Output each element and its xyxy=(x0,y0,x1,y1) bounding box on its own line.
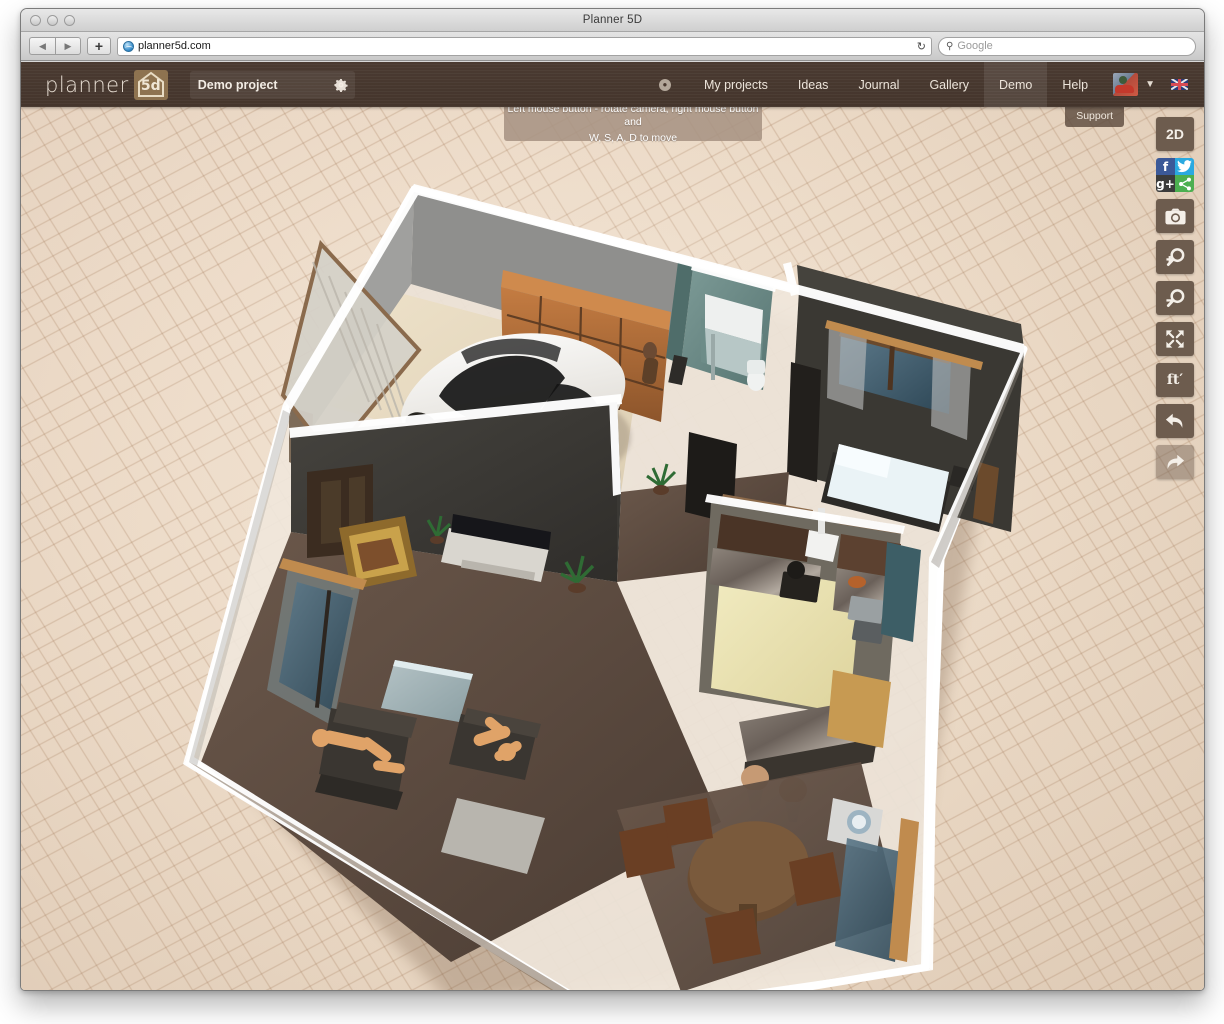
google-plus-icon[interactable]: g+ xyxy=(1156,175,1175,192)
app-header: planner 5d Demo project ● My projects xyxy=(21,62,1204,107)
main-navigation: ● My projects Ideas Journal Gallery Demo… xyxy=(655,62,1204,107)
gear-icon[interactable] xyxy=(334,78,348,92)
site-globe-icon xyxy=(123,41,134,52)
camera-icon xyxy=(1165,208,1186,225)
twitter-icon[interactable] xyxy=(1175,158,1194,175)
facebook-icon[interactable]: f xyxy=(1156,158,1175,175)
view-2d-button[interactable]: 2D xyxy=(1156,117,1194,151)
viewport-toolbar: 2D f g+ xyxy=(1156,117,1194,479)
screenshot-button[interactable] xyxy=(1156,199,1194,233)
search-placeholder: Google xyxy=(957,40,992,52)
nav-demo[interactable]: Demo xyxy=(984,62,1047,107)
social-share-group[interactable]: f g+ xyxy=(1156,158,1194,192)
search-field[interactable]: ⚲ Google xyxy=(938,37,1196,56)
floorplan-svg xyxy=(21,62,1204,990)
close-button[interactable] xyxy=(30,15,41,26)
share-icon[interactable] xyxy=(1175,175,1194,192)
notifications-dot-icon[interactable]: ● xyxy=(659,79,671,91)
window-title: Planner 5D xyxy=(21,14,1204,26)
zoom-out-icon xyxy=(1165,288,1186,309)
nav-help[interactable]: Help xyxy=(1047,62,1103,107)
toilet xyxy=(747,360,765,391)
user-avatar[interactable] xyxy=(1113,73,1138,96)
search-icon: ⚲ xyxy=(946,41,953,52)
logo-badge-text: 5d xyxy=(141,78,161,94)
floorplan-3d-viewport[interactable] xyxy=(21,62,1204,990)
nav-journal[interactable]: Journal xyxy=(843,62,914,107)
project-name-field[interactable]: Demo project xyxy=(190,71,355,99)
window-titlebar: Planner 5D xyxy=(21,9,1204,32)
forward-button[interactable]: ▶ xyxy=(55,37,81,55)
project-name-text: Demo project xyxy=(198,78,278,92)
support-tab[interactable]: Support xyxy=(1065,107,1124,127)
new-tab-button[interactable]: + xyxy=(87,37,111,55)
undo-arrow-icon xyxy=(1164,411,1186,431)
address-bar[interactable]: planner5d.com ↻ xyxy=(117,37,932,56)
zoom-button[interactable] xyxy=(64,15,75,26)
zoom-out-button[interactable] xyxy=(1156,281,1194,315)
logo-badge: 5d xyxy=(134,70,168,100)
planner5d-app: planner 5d Demo project ● My projects xyxy=(21,62,1204,990)
camera-controls-tooltip: Left mouse button - rotate camera, right… xyxy=(504,107,762,141)
browser-toolbar: ◀ ▶ + planner5d.com ↻ ⚲ Google xyxy=(21,32,1204,61)
redo-button[interactable] xyxy=(1156,445,1194,479)
tooltip-line-2: W, S, A, D to move xyxy=(504,132,762,145)
url-text: planner5d.com xyxy=(138,40,211,52)
zoom-in-button[interactable] xyxy=(1156,240,1194,274)
undo-button[interactable] xyxy=(1156,404,1194,438)
planner5d-logo[interactable]: planner 5d xyxy=(45,70,168,100)
language-flag-icon[interactable] xyxy=(1171,79,1188,90)
units-button[interactable]: ft′ xyxy=(1156,363,1194,397)
sofa xyxy=(315,702,417,810)
nav-gallery[interactable]: Gallery xyxy=(914,62,984,107)
redo-arrow-icon xyxy=(1164,452,1186,472)
browser-window: Planner 5D ◀ ▶ + planner5d.com ↻ ⚲ Googl… xyxy=(20,8,1205,991)
tooltip-line-1: Left mouse button - rotate camera, right… xyxy=(504,103,762,129)
window-controls[interactable] xyxy=(30,15,75,26)
kitchen-sink xyxy=(847,595,884,644)
navigation-buttons: ◀ ▶ xyxy=(29,37,81,55)
reload-icon[interactable]: ↻ xyxy=(917,40,926,53)
fullscreen-button[interactable] xyxy=(1156,322,1194,356)
zoom-in-icon xyxy=(1165,247,1186,268)
back-button[interactable]: ◀ xyxy=(29,37,55,55)
chevron-down-icon[interactable]: ▼ xyxy=(1145,79,1155,90)
minimize-button[interactable] xyxy=(47,15,58,26)
nav-my-projects[interactable]: My projects xyxy=(689,62,783,107)
nav-ideas[interactable]: Ideas xyxy=(783,62,844,107)
logo-wordmark: planner xyxy=(45,73,129,97)
fullscreen-arrows-icon xyxy=(1165,329,1185,349)
